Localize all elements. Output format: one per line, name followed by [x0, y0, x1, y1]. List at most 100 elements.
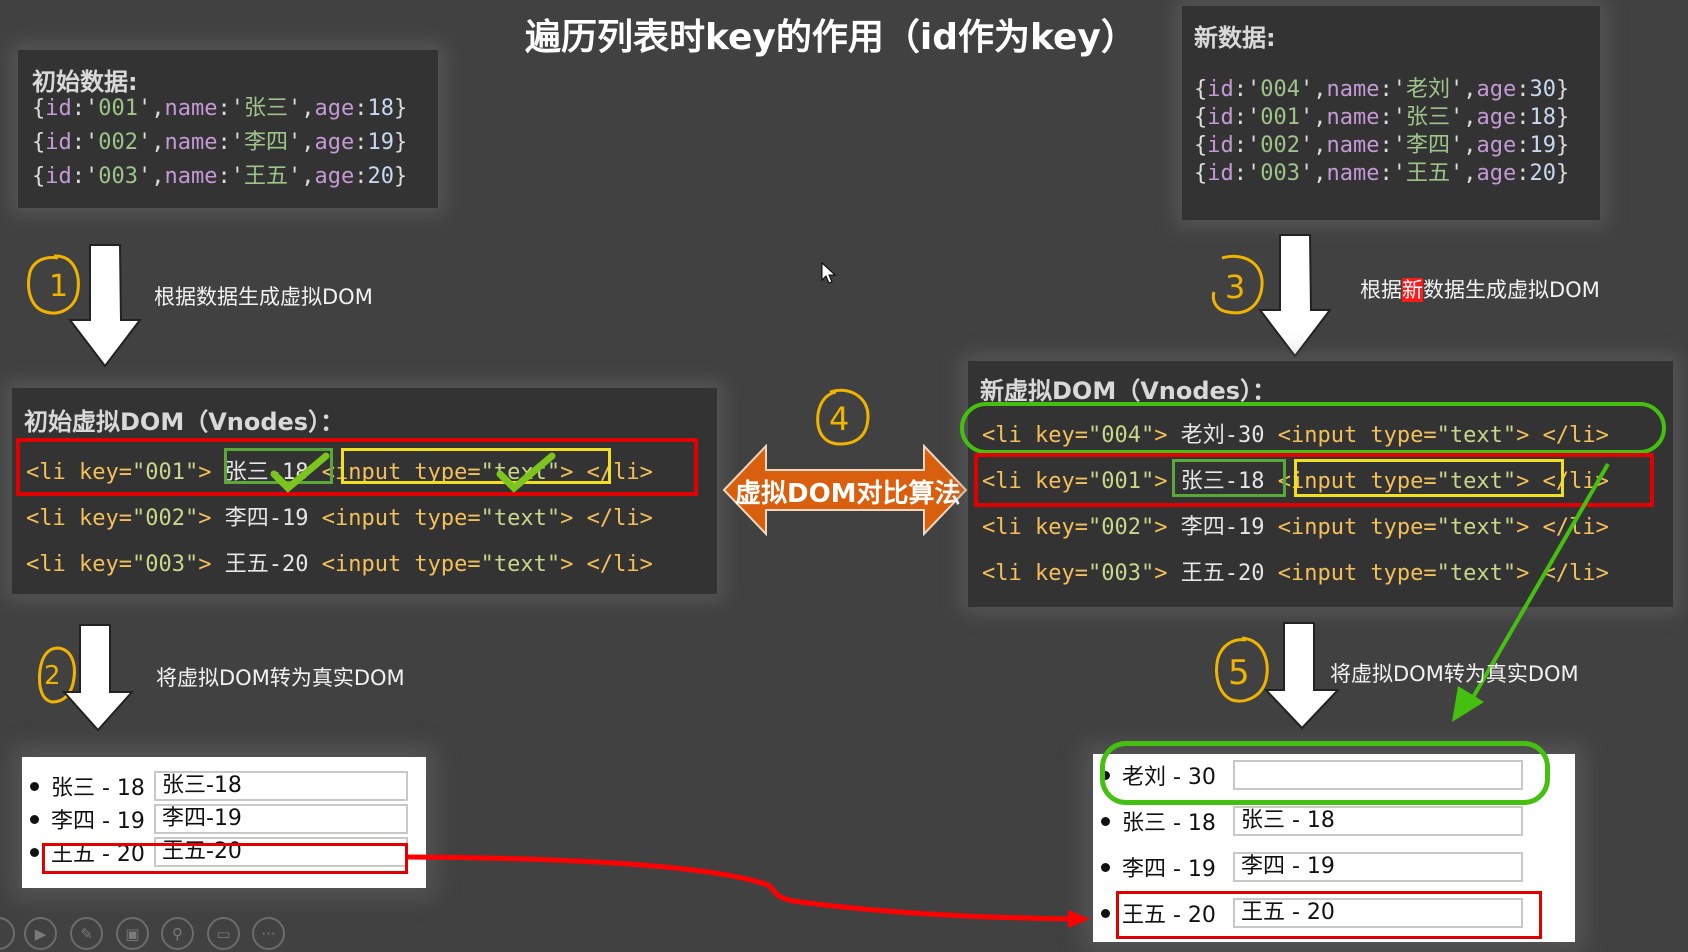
code-syntax: ',	[1300, 77, 1327, 102]
green-connector-arrow	[1452, 462, 1610, 722]
text-input[interactable]: 张三-18	[154, 771, 408, 801]
data-value: 18	[1529, 105, 1557, 130]
code-syntax: :'	[1233, 105, 1261, 130]
data-value: 002	[1260, 133, 1300, 158]
subtitle-icon: ▭	[216, 924, 231, 943]
code-syntax: id	[1207, 105, 1234, 130]
vnode-part: >	[198, 552, 212, 577]
code-syntax: age	[314, 130, 355, 155]
code-syntax: {	[32, 164, 46, 189]
code-syntax	[573, 506, 586, 531]
prev-icon: ‹	[0, 925, 2, 943]
list-item-label: 张三 - 18	[51, 776, 145, 801]
code-syntax: :'	[1233, 133, 1261, 158]
vnode-part: >	[560, 552, 574, 577]
code-syntax: id	[45, 164, 72, 189]
code-syntax: :	[1516, 133, 1530, 158]
code-syntax: id	[45, 96, 72, 121]
code-syntax: ',	[1300, 133, 1327, 158]
new-real-row4-highlight-red	[1116, 891, 1542, 939]
bullet-icon	[1101, 908, 1110, 918]
list-item-label: 李四 - 19	[1122, 857, 1216, 882]
new-vdom-row1-highlight-green	[960, 402, 1666, 454]
list-item-label: 张三 - 18	[1122, 811, 1216, 836]
vnode-row: <li key="002"> 李四-19 <input type="text">…	[26, 500, 653, 532]
slides-button[interactable]: ▣	[116, 917, 149, 950]
vnode-part: <input type=	[1277, 515, 1437, 540]
code-syntax: name	[1326, 133, 1380, 158]
code-syntax: "	[131, 506, 146, 531]
code-syntax	[1264, 561, 1277, 586]
compare-arrow: 虚拟DOM对比算法	[722, 444, 968, 536]
code-syntax: }	[394, 130, 408, 155]
down-arrow-icon	[1257, 234, 1333, 358]
code-syntax: :'	[217, 130, 244, 155]
code-syntax: name	[1326, 77, 1380, 102]
code-syntax: }	[394, 164, 408, 189]
initial-vdom-input-highlight	[341, 448, 611, 484]
text-input[interactable]: 张三 - 18	[1233, 806, 1523, 836]
data-value: 001	[98, 96, 138, 121]
data-value: 001	[1260, 105, 1300, 130]
code-syntax: {	[1194, 77, 1208, 102]
code-syntax: "	[184, 506, 199, 531]
bullet-icon	[1101, 816, 1110, 826]
code-syntax: id	[1207, 133, 1234, 158]
code-syntax: "	[1140, 561, 1155, 586]
code-syntax	[573, 552, 586, 577]
code-syntax	[308, 506, 321, 531]
data-value: 张三	[243, 96, 288, 121]
down-arrow-icon	[62, 624, 135, 732]
code-syntax: ',	[138, 130, 165, 155]
code-syntax	[1167, 515, 1180, 540]
pen-button[interactable]: ✎	[70, 917, 103, 950]
code-syntax: }	[394, 96, 408, 121]
code-syntax: }	[1556, 77, 1570, 102]
red-connector-arrow	[407, 854, 1090, 928]
data-value: 003	[98, 164, 138, 189]
more-icon: ···	[261, 924, 276, 943]
code-syntax: name	[164, 96, 218, 121]
play-button[interactable]: ▶	[24, 917, 57, 950]
step-1-text: 根据数据生成虚拟DOM	[154, 285, 373, 309]
code-syntax: :'	[1233, 161, 1261, 186]
code-syntax: :'	[71, 96, 99, 121]
code-syntax: "	[1087, 561, 1102, 586]
code-syntax: id	[1207, 161, 1234, 186]
svg-text:4: 4	[829, 400, 849, 438]
vnode-part: <input type=	[321, 552, 481, 577]
code-syntax: ',	[1450, 133, 1477, 158]
more-button[interactable]: ···	[252, 917, 285, 950]
vnode-part: </li>	[586, 506, 653, 531]
list-item: 李四 - 19	[30, 802, 145, 836]
vnode-row: <li key="003"> 王五-20 <input type="text">…	[26, 546, 653, 578]
zoom-button[interactable]: ⚲	[161, 917, 194, 950]
svg-text:3: 3	[1225, 268, 1245, 306]
subtitle-button[interactable]: ▭	[207, 917, 240, 950]
bullet-icon	[30, 814, 39, 824]
new-data-panel: 新数据: {id:'004',name:'老刘',age:30} {id:'001…	[1182, 6, 1600, 220]
text-input[interactable]: 李四-19	[154, 804, 408, 834]
vnode-part: <li key=	[26, 506, 132, 531]
vnode-part: <li key=	[982, 561, 1088, 586]
svg-text:5: 5	[1228, 653, 1250, 693]
code-syntax: {	[32, 96, 46, 121]
data-value: 王五	[243, 164, 288, 189]
data-value: 王五	[1405, 161, 1450, 186]
code-syntax: :'	[217, 164, 244, 189]
code-syntax: :	[1516, 77, 1530, 102]
list-item: 张三 - 18	[1101, 804, 1216, 838]
step-5-text: 将虚拟DOM转为真实DOM	[1330, 662, 1579, 686]
text-input[interactable]: 李四 - 19	[1233, 852, 1523, 882]
code-syntax: "	[184, 552, 199, 577]
code-syntax: :	[1516, 161, 1530, 186]
vnode-part: <li key=	[26, 552, 132, 577]
new-vdom-label: 新虚拟DOM（Vnodes）：	[980, 377, 1277, 405]
code-syntax: "	[131, 552, 146, 577]
prev-button[interactable]: ‹	[0, 917, 15, 950]
pen-icon: ✎	[80, 924, 93, 943]
code-syntax: ',	[1450, 77, 1477, 102]
down-arrow-icon	[67, 244, 143, 368]
code-syntax	[211, 552, 224, 577]
data-row: {id:'001',name:'张三',age:18}	[1194, 104, 1569, 132]
